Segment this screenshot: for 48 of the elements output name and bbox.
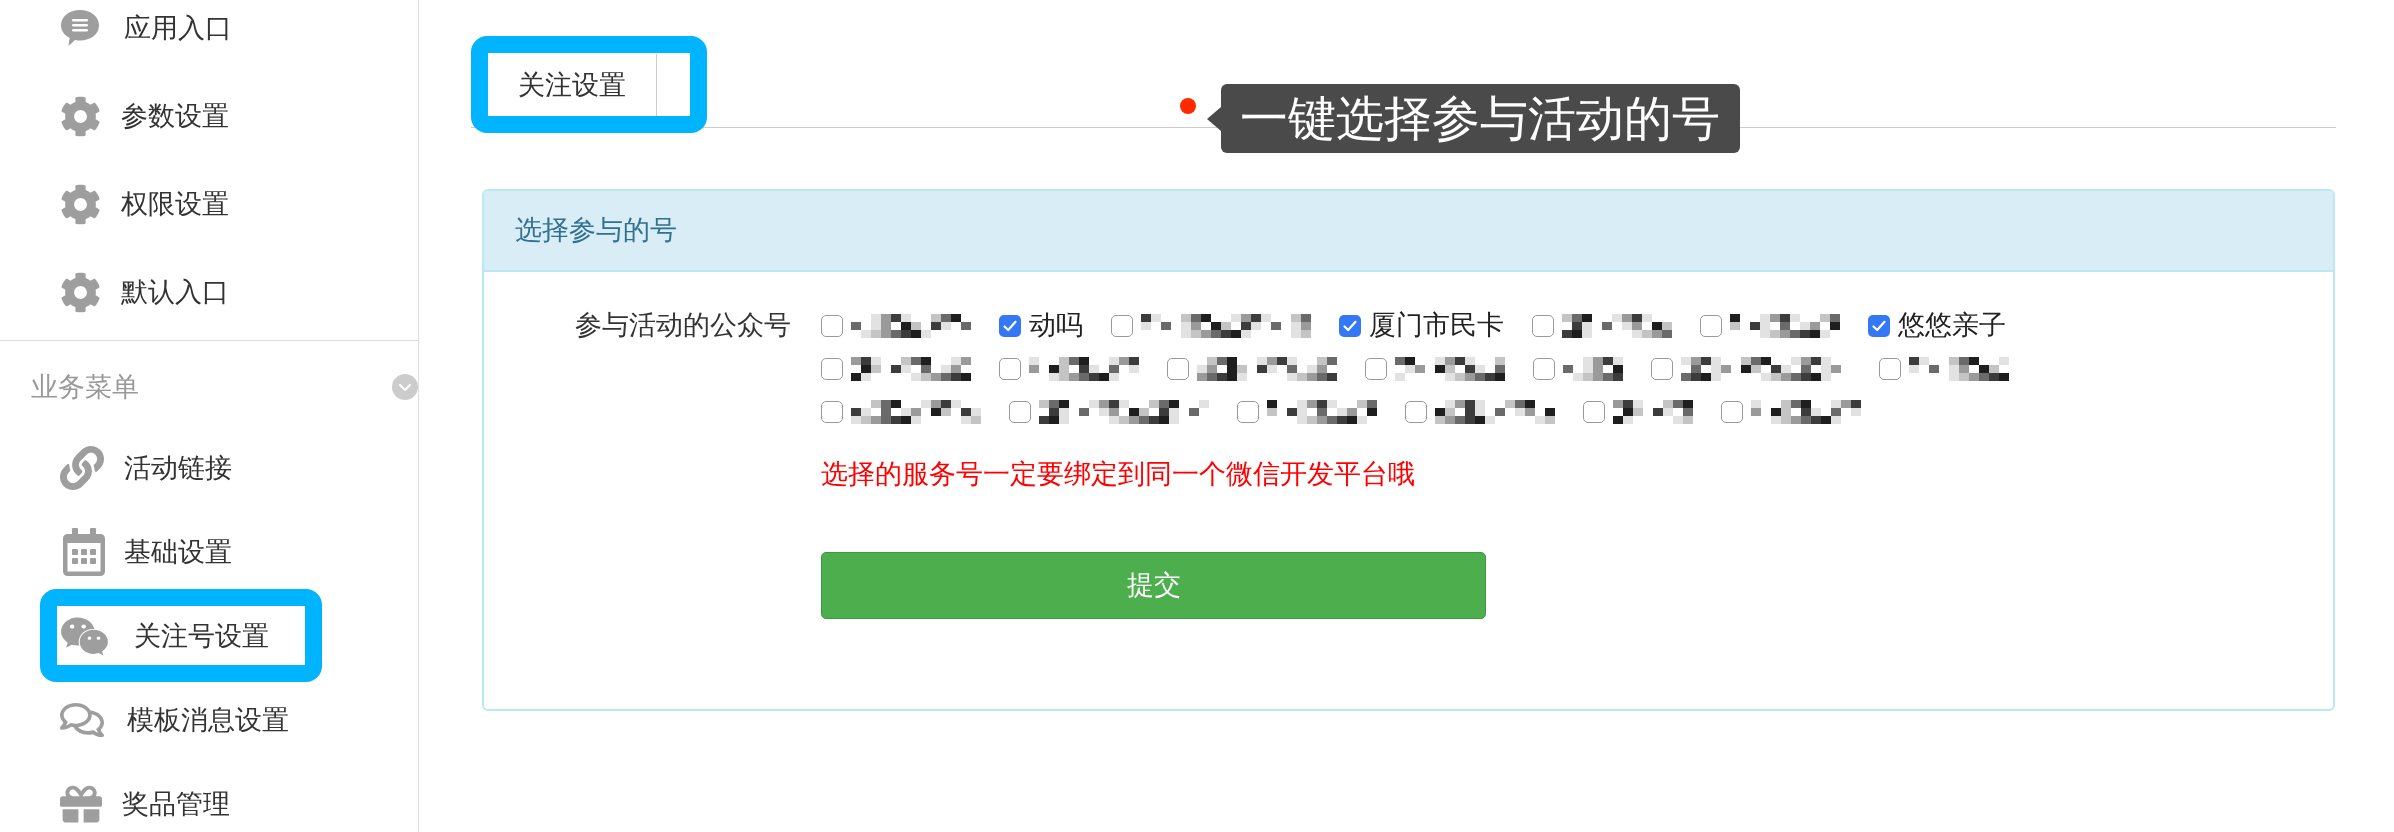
checkbox[interactable] [1721, 400, 1743, 423]
checkbox-label[interactable]: 动吗 [1029, 305, 1083, 346]
chevron-down-icon[interactable] [392, 374, 418, 400]
checkbox[interactable] [1700, 314, 1722, 337]
checkbox[interactable] [1879, 357, 1901, 380]
checkbox[interactable] [821, 400, 843, 423]
checkbox[interactable] [1009, 400, 1031, 423]
checkbox[interactable] [1339, 314, 1361, 337]
sidebar-item[interactable]: 权限设置 [60, 180, 229, 228]
sidebar-item[interactable]: 模板消息设置 [60, 696, 289, 744]
gift-icon [60, 783, 102, 825]
gear-icon [60, 183, 101, 225]
sidebar-item[interactable]: 关注号设置 [60, 612, 269, 660]
checkbox-label[interactable]: 悠悠亲子 [1898, 305, 2006, 346]
sidebar-item[interactable]: 参数设置 [60, 92, 229, 140]
checkbox[interactable] [1532, 314, 1554, 337]
warning-text: 选择的服务号一定要绑定到同一个微信开发平台哦 [821, 459, 1415, 489]
checkbox[interactable] [999, 314, 1021, 337]
checkbox[interactable] [1237, 400, 1259, 423]
checkbox[interactable] [1405, 400, 1427, 423]
calendar-icon [60, 528, 108, 576]
checkbox[interactable] [821, 357, 843, 380]
checkbox[interactable] [821, 314, 843, 337]
callout-tooltip: 一键选择参与活动的号 [1221, 84, 1740, 153]
gear-icon [60, 95, 101, 137]
pixelated-label-drawing [1563, 356, 1623, 381]
checkbox[interactable] [1167, 357, 1189, 380]
chat-bubble-icon [60, 9, 100, 47]
sidebar-item[interactable]: 应用入口 [60, 4, 232, 52]
field-label: 参与活动的公众号 [575, 309, 791, 342]
panel-title: 选择参与的号 [515, 214, 677, 248]
checkbox[interactable] [1651, 357, 1673, 380]
checkbox[interactable] [1111, 314, 1133, 337]
tooltip-pointer-icon [1207, 106, 1221, 131]
checkbox[interactable] [999, 357, 1021, 380]
checkbox[interactable] [1533, 357, 1555, 380]
section-title: 业务菜单 [31, 370, 139, 404]
gear-icon [60, 271, 101, 313]
checkbox[interactable] [1365, 357, 1387, 380]
checkbox[interactable] [1583, 400, 1605, 423]
checkbox-label[interactable]: 厦门市民卡 [1369, 305, 1504, 346]
sidebar-item[interactable]: 奖品管理 [60, 780, 230, 828]
link-icon [60, 446, 104, 490]
marker-dot-icon [1180, 98, 1196, 114]
sidebar-item[interactable]: 默认入口 [60, 268, 229, 316]
checkbox[interactable] [1868, 314, 1890, 337]
sidebar-item[interactable]: 基础设置 [60, 528, 232, 576]
sidebar-item[interactable]: 活动链接 [60, 444, 232, 492]
